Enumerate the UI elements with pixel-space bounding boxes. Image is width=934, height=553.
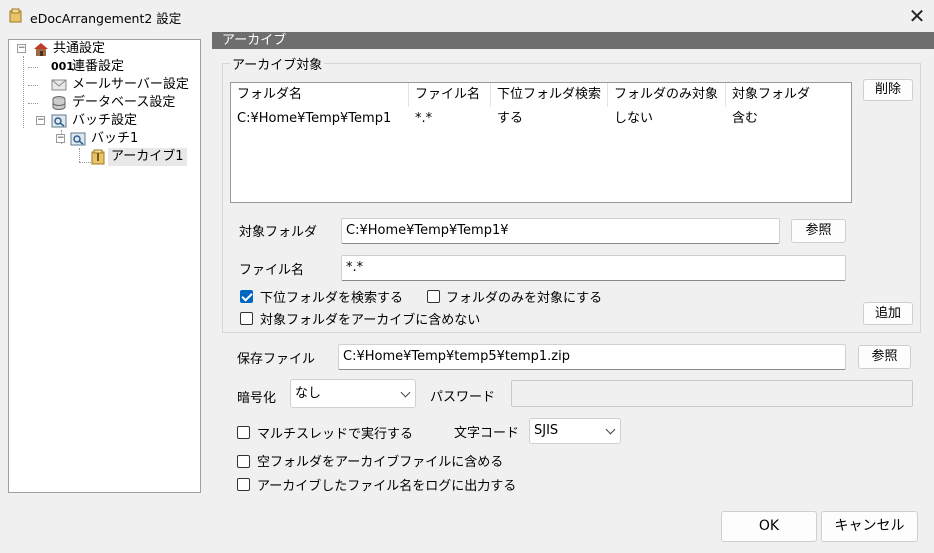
file-name-input[interactable]: *.* bbox=[341, 255, 846, 281]
app-icon bbox=[9, 8, 22, 23]
close-icon[interactable]: ✕ bbox=[906, 5, 928, 27]
table-cell: C:¥Home¥Temp¥Temp1 bbox=[237, 111, 392, 126]
tree-item-serial-settings[interactable]: 001 連番設定 bbox=[9, 58, 199, 76]
column-header[interactable]: 下位フォルダ検索 bbox=[491, 83, 608, 107]
table-cell: *.* bbox=[415, 111, 433, 126]
target-folder-label: 対象フォルダ bbox=[239, 225, 318, 240]
tree-item-label: データベース設定 bbox=[72, 95, 176, 110]
search-subfolders-label: 下位フォルダを検索する bbox=[260, 291, 404, 306]
exclude-target-folder-label: 対象フォルダをアーカイブに含めない bbox=[260, 313, 481, 328]
counter-001-icon: 001 bbox=[51, 60, 74, 73]
charcode-select[interactable]: SJIS bbox=[529, 418, 621, 444]
collapse-icon[interactable]: − bbox=[56, 134, 65, 143]
zip-archive-icon bbox=[91, 149, 105, 165]
folders-only-checkbox[interactable] bbox=[427, 290, 440, 303]
archive-target-list[interactable]: フォルダ名 ファイル名 下位フォルダ検索 フォルダのみ対象 対象フォルダ C:¥… bbox=[230, 82, 852, 203]
cancel-button[interactable]: キャンセル bbox=[821, 511, 918, 542]
column-header[interactable]: ファイル名 bbox=[409, 83, 491, 107]
collapse-icon[interactable]: − bbox=[36, 116, 45, 125]
charcode-value: SJIS bbox=[534, 423, 559, 438]
group-legend: アーカイブ対象 bbox=[230, 54, 325, 73]
collapse-icon[interactable]: − bbox=[17, 44, 26, 53]
chevron-down-icon bbox=[400, 387, 411, 398]
password-label: パスワード bbox=[430, 390, 496, 405]
tree-item-common-settings[interactable]: − 共通設定 bbox=[9, 40, 199, 58]
include-empty-folders-label: 空フォルダをアーカイブファイルに含める bbox=[257, 455, 504, 470]
ok-button[interactable]: OK bbox=[721, 511, 817, 542]
database-icon bbox=[52, 96, 66, 110]
charcode-label: 文字コード bbox=[454, 426, 520, 441]
search-subfolders-checkbox[interactable] bbox=[240, 290, 253, 303]
encryption-label: 暗号化 bbox=[237, 391, 277, 406]
tree-item-label: バッチ設定 bbox=[72, 113, 138, 128]
save-file-browse-button[interactable]: 参照 bbox=[858, 345, 911, 369]
multithread-label: マルチスレッドで実行する bbox=[257, 427, 414, 442]
target-folder-browse-button[interactable]: 参照 bbox=[791, 219, 846, 243]
tree-item-label: メールサーバー設定 bbox=[72, 77, 189, 92]
tree-item-label: 共通設定 bbox=[53, 41, 106, 56]
mail-icon bbox=[51, 79, 67, 91]
house-icon bbox=[34, 43, 48, 56]
window-title: eDocArrangement2 設定 bbox=[30, 11, 182, 26]
tree-item-label: アーカイブ1 bbox=[108, 148, 187, 166]
settings-tree[interactable]: − 共通設定 001 連番設定 メールサーバー設定 データベース設定 − バッチ… bbox=[8, 39, 201, 493]
section-title: アーカイブ bbox=[212, 32, 934, 49]
batch-icon bbox=[70, 132, 86, 146]
delete-button[interactable]: 削除 bbox=[863, 79, 913, 101]
column-header[interactable]: 対象フォルダ bbox=[726, 83, 826, 107]
save-file-input[interactable]: C:¥Home¥Temp¥temp5¥temp1.zip bbox=[338, 344, 846, 370]
tree-item-label: バッチ1 bbox=[91, 131, 139, 146]
log-file-names-label: アーカイブしたファイル名をログに出力する bbox=[257, 479, 517, 494]
batch-icon bbox=[51, 114, 67, 128]
encryption-value: なし bbox=[295, 386, 322, 401]
exclude-target-folder-checkbox[interactable] bbox=[240, 312, 253, 325]
tree-item-label: 連番設定 bbox=[72, 59, 125, 74]
multithread-checkbox[interactable] bbox=[237, 426, 250, 439]
table-cell: 含む bbox=[732, 111, 759, 126]
log-file-names-checkbox[interactable] bbox=[237, 478, 250, 491]
table-cell: する bbox=[497, 111, 524, 126]
tree-item-batch-settings[interactable]: − バッチ設定 bbox=[9, 112, 199, 130]
column-header[interactable]: フォルダのみ対象 bbox=[608, 83, 726, 107]
chevron-down-icon bbox=[605, 424, 616, 435]
file-name-label: ファイル名 bbox=[239, 263, 305, 278]
tree-item-mail-server-settings[interactable]: メールサーバー設定 bbox=[9, 76, 199, 94]
save-file-label: 保存ファイル bbox=[237, 352, 316, 367]
tree-item-batch-1[interactable]: − バッチ1 bbox=[9, 130, 199, 148]
add-button[interactable]: 追加 bbox=[863, 302, 913, 325]
tree-item-database-settings[interactable]: データベース設定 bbox=[9, 94, 199, 112]
password-input bbox=[511, 380, 913, 407]
folders-only-label: フォルダのみを対象にする bbox=[446, 291, 603, 306]
encryption-select[interactable]: なし bbox=[290, 379, 416, 408]
tree-item-archive-1[interactable]: アーカイブ1 bbox=[9, 148, 199, 166]
include-empty-folders-checkbox[interactable] bbox=[237, 455, 250, 468]
column-header[interactable]: フォルダ名 bbox=[231, 83, 409, 107]
target-folder-input[interactable]: C:¥Home¥Temp¥Temp1¥ bbox=[341, 218, 780, 244]
table-cell: しない bbox=[614, 111, 654, 126]
